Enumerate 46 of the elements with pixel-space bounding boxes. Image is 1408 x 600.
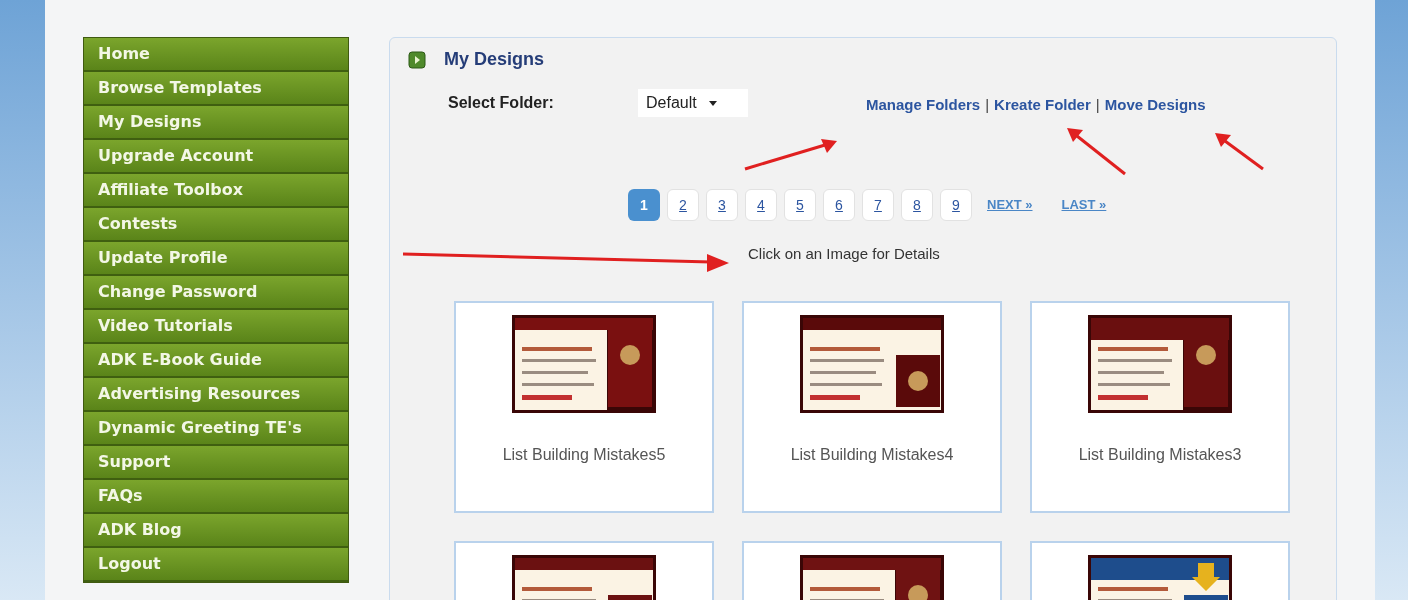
folder-link[interactable]: Kreate Folder — [994, 93, 1091, 117]
design-card[interactable]: List Building Mistakes5 — [454, 300, 714, 513]
folder-dropdown[interactable]: Default — [638, 89, 748, 117]
arrow-annotation — [1213, 131, 1265, 171]
page-button[interactable]: 2 — [667, 189, 699, 221]
page-button[interactable]: 7 — [862, 189, 894, 221]
sidebar-item[interactable]: FAQs — [84, 480, 348, 514]
design-card[interactable]: List Building Mistakes3 — [1030, 300, 1290, 513]
sidebar-item[interactable]: ADK E-Book Guide — [84, 344, 348, 378]
sidebar-item[interactable]: Change Password — [84, 276, 348, 310]
page-button[interactable]: 9 — [940, 189, 972, 221]
sidebar-item[interactable]: My Designs — [84, 106, 348, 140]
play-icon — [408, 50, 426, 69]
folder-link[interactable]: Manage Folders — [866, 93, 981, 117]
page-button[interactable]: 6 — [823, 189, 855, 221]
link-separator: | — [985, 94, 990, 115]
next-link[interactable]: NEXT » — [987, 195, 1033, 215]
page-button[interactable]: 8 — [901, 189, 933, 221]
sidebar-item[interactable]: Video Tutorials — [84, 310, 348, 344]
sidebar-item[interactable]: Home — [84, 38, 348, 72]
caret-icon — [708, 100, 717, 106]
sidebar-item[interactable]: Logout — [84, 548, 348, 582]
sidebar-item[interactable]: Advertising Resources — [84, 378, 348, 412]
design-title: List Building Mistakes4 — [790, 444, 954, 465]
hint-text: Click on an Image for Details — [748, 244, 940, 264]
design-title: List Building Mistakes5 — [502, 444, 666, 465]
page-button[interactable]: 4 — [745, 189, 777, 221]
page-button[interactable]: 5 — [784, 189, 816, 221]
sidebar-item[interactable]: Update Profile — [84, 242, 348, 276]
design-card[interactable]: List Building Mistakes4 — [742, 300, 1002, 513]
link-separator: | — [1095, 94, 1100, 115]
sidebar-item[interactable]: ADK Blog — [84, 514, 348, 548]
folder-label: Select Folder: — [448, 93, 555, 113]
page-button[interactable]: 3 — [706, 189, 738, 221]
arrow-annotation — [1065, 126, 1127, 176]
sidebar-item[interactable]: Support — [84, 446, 348, 480]
sidebar-item[interactable]: Browse Templates — [84, 72, 348, 106]
design-title: List Building Mistakes3 — [1078, 444, 1242, 465]
folder-link[interactable]: Move Designs — [1104, 93, 1206, 117]
page-button[interactable]: 1 — [628, 189, 660, 221]
sidebar-item[interactable]: Contests — [84, 208, 348, 242]
sidebar-item[interactable]: Affiliate Toolbox — [84, 174, 348, 208]
sidebar-item[interactable]: Upgrade Account — [84, 140, 348, 174]
panel-title: My Designs — [444, 48, 545, 71]
sidebar-item[interactable]: Dynamic Greeting TE's — [84, 412, 348, 446]
last-link[interactable]: LAST » — [1061, 195, 1107, 215]
